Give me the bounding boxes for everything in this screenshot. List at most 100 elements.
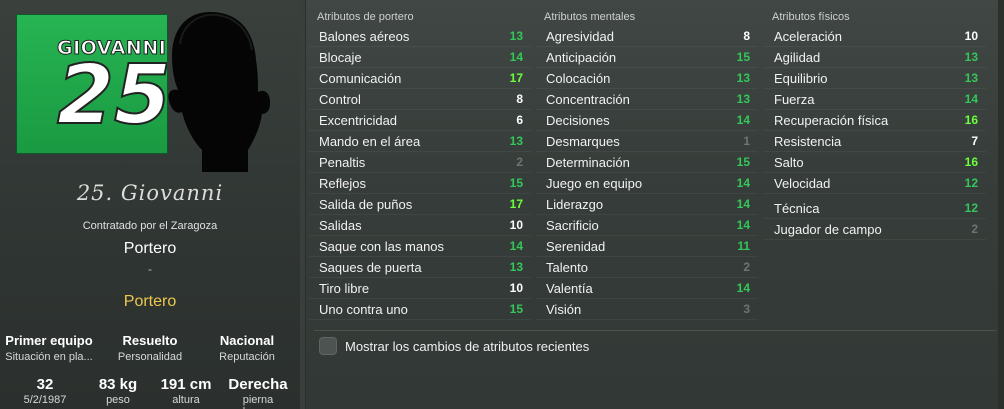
attribute-value: 14 — [736, 176, 750, 190]
attribute-value: 8 — [516, 92, 523, 106]
attribute-value: 14 — [509, 239, 523, 253]
attribute-value: 13 — [509, 29, 523, 43]
attribute-row[interactable]: Recuperación física 16 — [764, 110, 986, 131]
reputation: Nacional Reputación — [219, 333, 275, 363]
attribute-row[interactable]: Talento 2 — [536, 257, 758, 278]
attribute-row[interactable]: Uno contra uno 15 — [309, 299, 531, 320]
attribute-row[interactable]: Penaltis 2 — [309, 152, 531, 173]
attribute-row[interactable]: Valentía 14 — [536, 278, 758, 299]
player-silhouette-icon — [168, 12, 270, 172]
attribute-row[interactable]: Visión 3 — [536, 299, 758, 320]
attribute-name: Uno contra uno — [319, 301, 408, 317]
attribute-row[interactable]: Reflejos 15 — [309, 173, 531, 194]
attribute-row[interactable]: Técnica 12 — [764, 198, 986, 219]
attribute-row[interactable]: Serenidad 11 — [536, 236, 758, 257]
attribute-value: 13 — [736, 71, 750, 85]
attribute-value: 16 — [964, 113, 978, 127]
attribute-row[interactable]: Anticipación 15 — [536, 47, 758, 68]
physical-header: Atributos físicos — [772, 11, 850, 23]
attribute-name: Visión — [546, 301, 582, 317]
show-recent-changes-option[interactable]: Mostrar los cambios de atributos recient… — [319, 337, 589, 355]
attribute-row[interactable]: Velocidad 12 — [764, 173, 986, 194]
attribute-row[interactable]: Salida de puños 17 — [309, 194, 531, 215]
attribute-name: Reflejos — [319, 175, 366, 191]
mental-header: Atributos mentales — [544, 11, 636, 23]
attribute-value: 14 — [736, 197, 750, 211]
physical-extra-list: Técnica 12 Jugador de campo 2 — [764, 198, 986, 240]
attribute-value: 13 — [509, 260, 523, 274]
attribute-value: 3 — [743, 302, 750, 316]
player-position: Portero — [123, 240, 177, 257]
attribute-value: 2 — [971, 222, 978, 236]
attribute-row[interactable]: Decisiones 14 — [536, 110, 758, 131]
attribute-name: Desmarques — [546, 133, 620, 149]
attribute-row[interactable]: Liderazgo 14 — [536, 194, 758, 215]
attribute-name: Juego en equipo — [546, 175, 643, 191]
attribute-row[interactable]: Determinación 15 — [536, 152, 758, 173]
player-signature: 25. Giovanni — [76, 181, 224, 205]
attribute-value: 1 — [743, 134, 750, 148]
attribute-name: Saques de puerta — [319, 259, 422, 275]
attribute-name: Comunicación — [319, 70, 402, 86]
attribute-name: Blocaje — [319, 49, 362, 65]
scrollbar[interactable] — [998, 0, 1004, 409]
attribute-row[interactable]: Control 8 — [309, 89, 531, 110]
attribute-row[interactable]: Sacrificio 14 — [536, 215, 758, 236]
attribute-row[interactable]: Equilibrio 13 — [764, 68, 986, 89]
attribute-value: 2 — [516, 155, 523, 169]
attribute-row[interactable]: Agresividad 8 — [536, 26, 758, 47]
attribute-name: Tiro libre — [319, 280, 370, 296]
attribute-value: 15 — [736, 155, 750, 169]
attribute-row[interactable]: Agilidad 13 — [764, 47, 986, 68]
attribute-row[interactable]: Tiro libre 10 — [309, 278, 531, 299]
attribute-row[interactable]: Blocaje 14 — [309, 47, 531, 68]
attribute-row[interactable]: Salidas 10 — [309, 215, 531, 236]
show-recent-changes-checkbox[interactable] — [319, 337, 337, 355]
attribute-row[interactable]: Excentricidad 6 — [309, 110, 531, 131]
attribute-row[interactable]: Resistencia 7 — [764, 131, 986, 152]
attribute-name: Excentricidad — [319, 112, 398, 128]
attribute-name: Resistencia — [774, 133, 842, 149]
attribute-row[interactable]: Concentración 13 — [536, 89, 758, 110]
attribute-name: Fuerza — [774, 91, 815, 107]
attribute-name: Valentía — [546, 280, 593, 296]
attribute-row[interactable]: Aceleración 10 — [764, 26, 986, 47]
attribute-value: 15 — [736, 50, 750, 64]
attribute-row[interactable]: Desmarques 1 — [536, 131, 758, 152]
attribute-value: 11 — [737, 239, 750, 253]
attribute-row[interactable]: Juego en equipo 14 — [536, 173, 758, 194]
physical-attributes: Atributos físicos Aceleración 10 Agilidad 1… — [764, 8, 986, 240]
attribute-row[interactable]: Salto 16 — [764, 152, 986, 173]
attribute-row[interactable]: Saques de puerta 13 — [309, 257, 531, 278]
attribute-value: 8 — [743, 29, 750, 43]
attribute-name: Salida de puños — [319, 196, 413, 212]
attribute-value: 16 — [964, 155, 978, 169]
attribute-value: 10 — [509, 281, 523, 295]
preferred-foot: Derecha pierna buena — [228, 376, 288, 409]
attribute-value: 13 — [964, 50, 978, 64]
attribute-value: 2 — [743, 260, 750, 274]
attribute-name: Velocidad — [774, 175, 831, 191]
attribute-name: Recuperación física — [774, 112, 889, 128]
attribute-name: Salto — [774, 154, 804, 170]
attribute-name: Penaltis — [319, 154, 366, 170]
attribute-value: 14 — [964, 92, 978, 106]
attribute-name: Jugador de campo — [774, 221, 882, 237]
contracted-by: Contratado por el Zaragoza — [82, 220, 218, 232]
attribute-row[interactable]: Mando en el área 13 — [309, 131, 531, 152]
attribute-value: 17 — [509, 197, 523, 211]
attribute-row[interactable]: Saque con las manos 14 — [309, 236, 531, 257]
attribute-row[interactable]: Colocación 13 — [536, 68, 758, 89]
player-profile-panel: GIOVANNI 25 25. Giovanni Contratado por … — [0, 0, 300, 409]
attribute-row[interactable]: Comunicación 17 — [309, 68, 531, 89]
attribute-value: 13 — [964, 71, 978, 85]
attribute-name: Liderazgo — [546, 196, 604, 212]
physical-list: Aceleración 10 Agilidad 13 Equilibrio 13 Fuerz… — [764, 26, 986, 194]
kit-shirt: GIOVANNI 25 — [16, 14, 168, 154]
attribute-name: Concentración — [546, 91, 630, 107]
attribute-row[interactable]: Fuerza 14 — [764, 89, 986, 110]
attribute-value: 6 — [516, 113, 523, 127]
attribute-name: Colocación — [546, 70, 611, 86]
attribute-row[interactable]: Jugador de campo 2 — [764, 219, 986, 240]
attribute-row[interactable]: Balones aéreos 13 — [309, 26, 531, 47]
